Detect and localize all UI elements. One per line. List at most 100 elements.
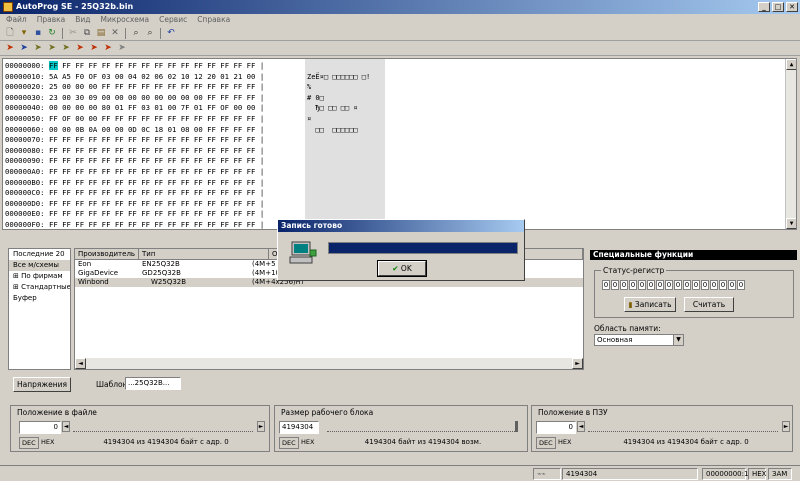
status-bit[interactable]: 0 xyxy=(638,280,646,290)
spin-left-icon[interactable]: ◄ xyxy=(577,421,585,432)
file-position-input[interactable]: 0 xyxy=(19,421,61,434)
spin-right-icon[interactable]: ► xyxy=(257,421,265,432)
dec-radio[interactable]: DEC xyxy=(536,437,556,449)
minimize-button[interactable]: _ xyxy=(758,2,770,12)
status-bit[interactable]: 0 xyxy=(719,280,727,290)
status-bit[interactable]: 0 xyxy=(656,280,664,290)
scroll-up-icon[interactable]: ▲ xyxy=(786,59,796,70)
write-status-button[interactable]: ▮ Записать xyxy=(624,297,676,312)
hex-editor[interactable]: 00000000: FF FF FF FF FF FF FF FF FF FF … xyxy=(2,58,797,230)
app-icon xyxy=(3,2,13,12)
erase-chip-icon[interactable]: ➤ xyxy=(46,43,58,54)
rom-position-slider[interactable] xyxy=(588,421,778,432)
template-field[interactable]: ...25Q32B... xyxy=(125,377,181,390)
save-icon[interactable]: ▪ xyxy=(32,28,44,39)
dec-radio[interactable]: DEC xyxy=(19,437,39,449)
window-title: AutoProg SE - 25Q32b.bin xyxy=(16,2,134,11)
status-bit[interactable]: 0 xyxy=(611,280,619,290)
hex-radio[interactable]: HEX xyxy=(556,437,573,447)
write-chip-icon[interactable]: ➤ xyxy=(18,43,30,54)
list-horizontal-scrollbar[interactable]: ◄ ► xyxy=(75,358,583,369)
hex-row: 000000A0: FF FF FF FF FF FF FF FF FF FF … xyxy=(5,167,265,176)
status-bit[interactable]: 0 xyxy=(629,280,637,290)
tree-item-standard[interactable]: ⊞ Стандартные г xyxy=(9,282,70,293)
status-bit[interactable]: 0 xyxy=(620,280,628,290)
column-header-maker[interactable]: Производитель xyxy=(75,249,139,259)
unprotect-icon[interactable]: ➤ xyxy=(102,43,114,54)
new-file-icon[interactable]: 🗋 xyxy=(4,28,16,39)
find-icon[interactable]: ⌕ xyxy=(130,28,142,39)
copy-icon[interactable]: ⧉ xyxy=(81,28,93,39)
voltage-button[interactable]: Напряжения xyxy=(13,377,71,392)
menu-service[interactable]: Сервис xyxy=(159,14,187,26)
help-icon[interactable]: ↶ xyxy=(165,28,177,39)
block-size-slider[interactable] xyxy=(327,421,515,432)
tree-item-all-chips[interactable]: Все м/схемы xyxy=(9,260,70,271)
blank-check-icon[interactable]: ➤ xyxy=(60,43,72,54)
hex-row: 000000E0: FF FF FF FF FF FF FF FF FF FF … xyxy=(5,209,265,219)
hex-scrollbar[interactable]: ▲ ▼ xyxy=(785,59,796,229)
auto-program-icon[interactable]: ➤ xyxy=(74,43,86,54)
status-bit[interactable]: 0 xyxy=(665,280,673,290)
open-file-icon[interactable]: ▾ xyxy=(18,28,30,39)
scroll-right-icon[interactable]: ► xyxy=(572,358,583,369)
status-bit[interactable]: 0 xyxy=(674,280,682,290)
ok-button[interactable]: ✔ OK xyxy=(377,260,427,277)
menu-file[interactable]: Файл xyxy=(6,14,27,26)
toolbar-separator xyxy=(160,27,161,39)
chevron-down-icon[interactable]: ▼ xyxy=(673,335,683,345)
cut-icon[interactable]: ✂ xyxy=(67,28,79,39)
protect-icon[interactable]: ➤ xyxy=(88,43,100,54)
status-bit[interactable]: 0 xyxy=(683,280,691,290)
delete-icon[interactable]: ✕ xyxy=(109,28,121,39)
template-label: Шаблон xyxy=(96,380,128,389)
paste-icon[interactable]: ▤ xyxy=(95,28,107,39)
write-progress-bar xyxy=(328,242,518,254)
tree-item-buffer[interactable]: Буфер xyxy=(9,293,70,304)
hex-radio[interactable]: HEX xyxy=(299,437,316,447)
ascii-row: □□ □□□□□□ xyxy=(307,125,358,134)
slider-thumb[interactable] xyxy=(515,421,518,432)
stop-icon[interactable]: ➤ xyxy=(116,43,128,54)
hex-row: 000000C0: FF FF FF FF FF FF FF FF FF FF … xyxy=(5,188,265,198)
ascii-row: % xyxy=(307,83,312,92)
status-bit[interactable]: 0 xyxy=(602,280,610,290)
hex-cursor[interactable]: FF xyxy=(48,61,58,70)
rom-position-input[interactable]: 0 xyxy=(536,421,576,434)
menu-edit[interactable]: Правка xyxy=(37,14,66,26)
menu-chip[interactable]: Микросхема xyxy=(101,14,150,26)
block-size-input[interactable]: 4194304 xyxy=(279,421,319,434)
reload-icon[interactable]: ↻ xyxy=(46,28,58,39)
status-bit[interactable]: 0 xyxy=(710,280,718,290)
file-position-slider[interactable] xyxy=(73,421,253,432)
scroll-down-icon[interactable]: ▼ xyxy=(786,218,796,229)
status-insert: ЗАМ xyxy=(768,468,792,480)
status-bit[interactable]: 0 xyxy=(737,280,745,290)
memory-area-select[interactable]: Основная ▼ xyxy=(594,334,684,346)
ascii-row: ZеЁ¤□ □□□□□□ □! xyxy=(307,72,371,81)
dialog-title: Запись готово xyxy=(278,220,524,232)
dec-radio[interactable]: DEC xyxy=(279,437,299,449)
status-bit[interactable]: 0 xyxy=(647,280,655,290)
status-bit[interactable]: 0 xyxy=(692,280,700,290)
read-chip-icon[interactable]: ➤ xyxy=(4,43,16,54)
close-button[interactable]: ✕ xyxy=(786,2,798,12)
toolbar-separator xyxy=(125,27,126,39)
read-status-button[interactable]: Считать xyxy=(684,297,734,312)
checkmark-icon: ✔ xyxy=(392,264,399,273)
status-bit[interactable]: 0 xyxy=(728,280,736,290)
tree-item-by-maker[interactable]: ⊞ По фирмам xyxy=(9,271,70,282)
verify-chip-icon[interactable]: ➤ xyxy=(32,43,44,54)
menu-view[interactable]: Вид xyxy=(75,14,90,26)
maximize-button[interactable]: □ xyxy=(772,2,784,12)
hex-row: 000000D0: FF FF FF FF FF FF FF FF FF FF … xyxy=(5,198,265,208)
column-header-type[interactable]: Тип xyxy=(139,249,269,259)
tree-item-recent[interactable]: Последние 20 xyxy=(9,249,70,260)
spin-right-icon[interactable]: ► xyxy=(782,421,790,432)
hex-radio[interactable]: HEX xyxy=(39,437,56,447)
menu-help[interactable]: Справка xyxy=(197,14,230,26)
status-bit[interactable]: 0 xyxy=(701,280,709,290)
find-next-icon[interactable]: ⌕ xyxy=(144,28,156,39)
scroll-left-icon[interactable]: ◄ xyxy=(75,358,86,369)
spin-left-icon[interactable]: ◄ xyxy=(62,421,70,432)
